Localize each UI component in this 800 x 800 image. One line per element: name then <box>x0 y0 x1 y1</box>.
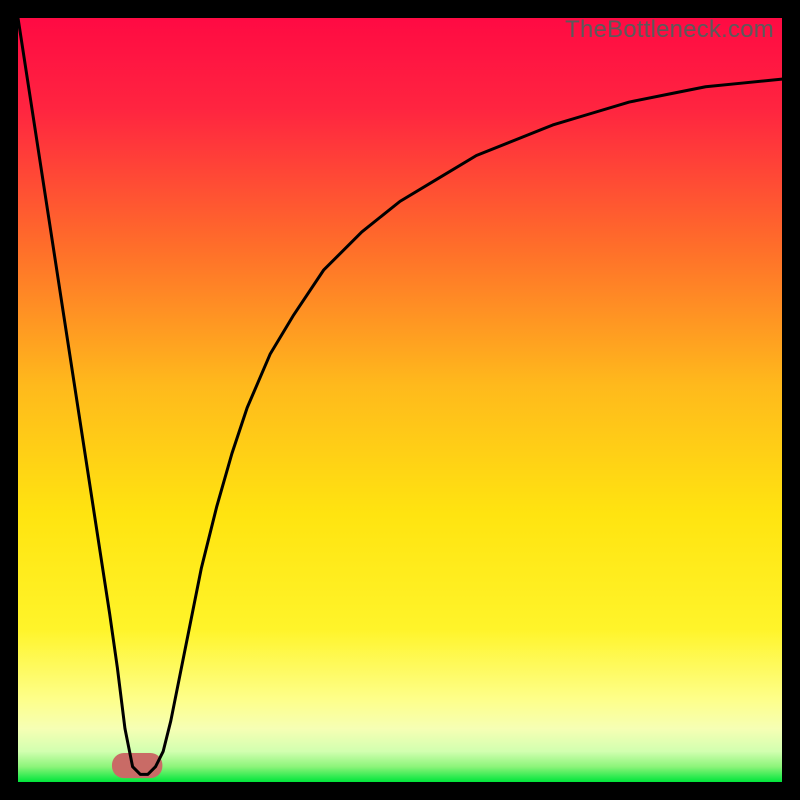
chart-frame: TheBottleneck.com <box>18 18 782 782</box>
watermark-label: TheBottleneck.com <box>565 16 774 44</box>
gradient-background <box>18 18 782 782</box>
chart-svg <box>18 18 782 782</box>
plot-area <box>18 18 782 782</box>
